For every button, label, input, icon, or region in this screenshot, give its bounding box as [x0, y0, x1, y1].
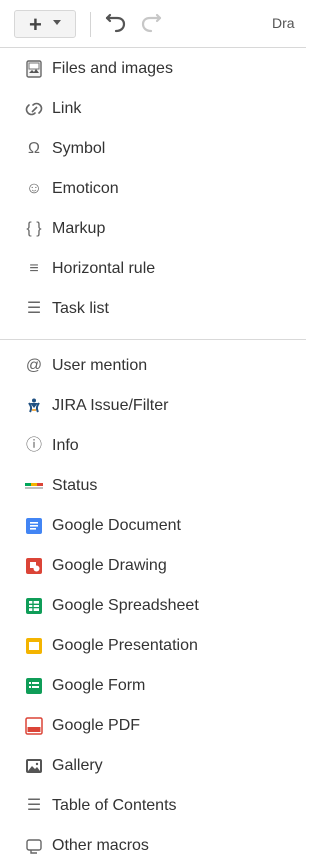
- table-of-contents-icon: ☰: [26, 797, 42, 814]
- menu-item-google-pdf[interactable]: Google PDF: [0, 708, 306, 744]
- gallery-icon: [24, 756, 44, 776]
- redo-button[interactable]: [138, 11, 164, 35]
- chevron-down-icon: [53, 20, 61, 25]
- menu-item-google-spreadsheet[interactable]: Google Spreadsheet: [0, 588, 306, 624]
- google-form-icon: [24, 676, 44, 696]
- status-icon: [24, 476, 44, 496]
- menu-item-link[interactable]: Link: [0, 91, 306, 127]
- insert-menu-panel: + Dra Files and images Link Ω Symbol ☺ E…: [0, 0, 306, 865]
- menu-item-label: JIRA Issue/Filter: [52, 397, 169, 414]
- omega-icon: Ω: [28, 140, 40, 157]
- menu-item-table-of-contents[interactable]: ☰ Table of Contents: [0, 788, 306, 824]
- other-macros-icon: [24, 836, 44, 856]
- menu-item-files-and-images[interactable]: Files and images: [0, 51, 306, 87]
- menu-item-label: Gallery: [52, 757, 103, 774]
- menu-item-label: Google Form: [52, 677, 146, 694]
- plus-icon: +: [29, 12, 42, 37]
- menu-item-info[interactable]: ⓘ Info: [0, 428, 306, 464]
- menu-divider: [0, 339, 306, 340]
- menu-item-label: Status: [52, 477, 98, 494]
- google-spreadsheet-icon: [24, 596, 44, 616]
- menu-item-label: Google Drawing: [52, 557, 167, 574]
- menu-item-symbol[interactable]: Ω Symbol: [0, 131, 306, 167]
- menu-item-label: Emoticon: [52, 180, 119, 197]
- menu-item-label: Other macros: [52, 837, 149, 854]
- menu-item-label: Info: [52, 437, 79, 454]
- task-list-icon: ☰: [26, 300, 42, 317]
- toolbar-partial-label: Dra: [272, 15, 295, 31]
- horizontal-rule-icon: ≡: [29, 260, 39, 277]
- menu-item-label: Files and images: [52, 60, 173, 77]
- menu-item-label: Link: [52, 100, 82, 117]
- markup-icon: { }: [26, 220, 42, 237]
- google-drawing-icon: [24, 556, 44, 576]
- menu-item-label: Horizontal rule: [52, 260, 156, 277]
- google-pdf-icon: [24, 716, 44, 736]
- menu-item-label: Markup: [52, 220, 106, 237]
- menu-item-status[interactable]: Status: [0, 468, 306, 504]
- menu-item-label: User mention: [52, 357, 148, 374]
- menu-item-label: Google Presentation: [52, 637, 198, 654]
- menu-item-task-list[interactable]: ☰ Task list: [0, 291, 306, 327]
- menu-item-google-drawing[interactable]: Google Drawing: [0, 548, 306, 584]
- menu-item-label: Google Spreadsheet: [52, 597, 199, 614]
- menu-item-google-form[interactable]: Google Form: [0, 668, 306, 704]
- google-presentation-icon: [24, 636, 44, 656]
- menu-item-jira-issue-filter[interactable]: JIRA Issue/Filter: [0, 388, 306, 424]
- menu-item-label: Google Document: [52, 517, 181, 534]
- undo-button[interactable]: [103, 11, 129, 35]
- menu-item-google-document[interactable]: Google Document: [0, 508, 306, 544]
- menu-item-other-macros[interactable]: Other macros: [0, 828, 306, 864]
- link-icon: [24, 99, 44, 119]
- menu-item-horizontal-rule[interactable]: ≡ Horizontal rule: [0, 251, 306, 287]
- emoticon-icon: ☺: [25, 180, 43, 197]
- at-icon: @: [25, 357, 43, 374]
- jira-icon: [24, 396, 44, 416]
- menu-item-label: Google PDF: [52, 717, 141, 734]
- toolbar-separator: [90, 12, 91, 37]
- google-document-icon: [24, 516, 44, 536]
- menu-item-markup[interactable]: { } Markup: [0, 211, 306, 247]
- insert-dropdown-menu: Files and images Link Ω Symbol ☺ Emotico…: [0, 48, 306, 865]
- redo-icon: [141, 13, 162, 33]
- menu-item-google-presentation[interactable]: Google Presentation: [0, 628, 306, 664]
- menu-item-gallery[interactable]: Gallery: [0, 748, 306, 784]
- editor-toolbar: + Dra: [0, 0, 306, 48]
- menu-item-emoticon[interactable]: ☺ Emoticon: [0, 171, 306, 207]
- undo-icon: [105, 13, 126, 33]
- info-icon: ⓘ: [25, 437, 42, 454]
- menu-item-label: Table of Contents: [52, 797, 177, 814]
- menu-item-user-mention[interactable]: @ User mention: [0, 348, 306, 384]
- menu-item-label: Symbol: [52, 140, 106, 157]
- image-file-icon: [24, 59, 44, 79]
- insert-menu-button[interactable]: +: [14, 10, 76, 38]
- menu-item-label: Task list: [52, 300, 109, 317]
